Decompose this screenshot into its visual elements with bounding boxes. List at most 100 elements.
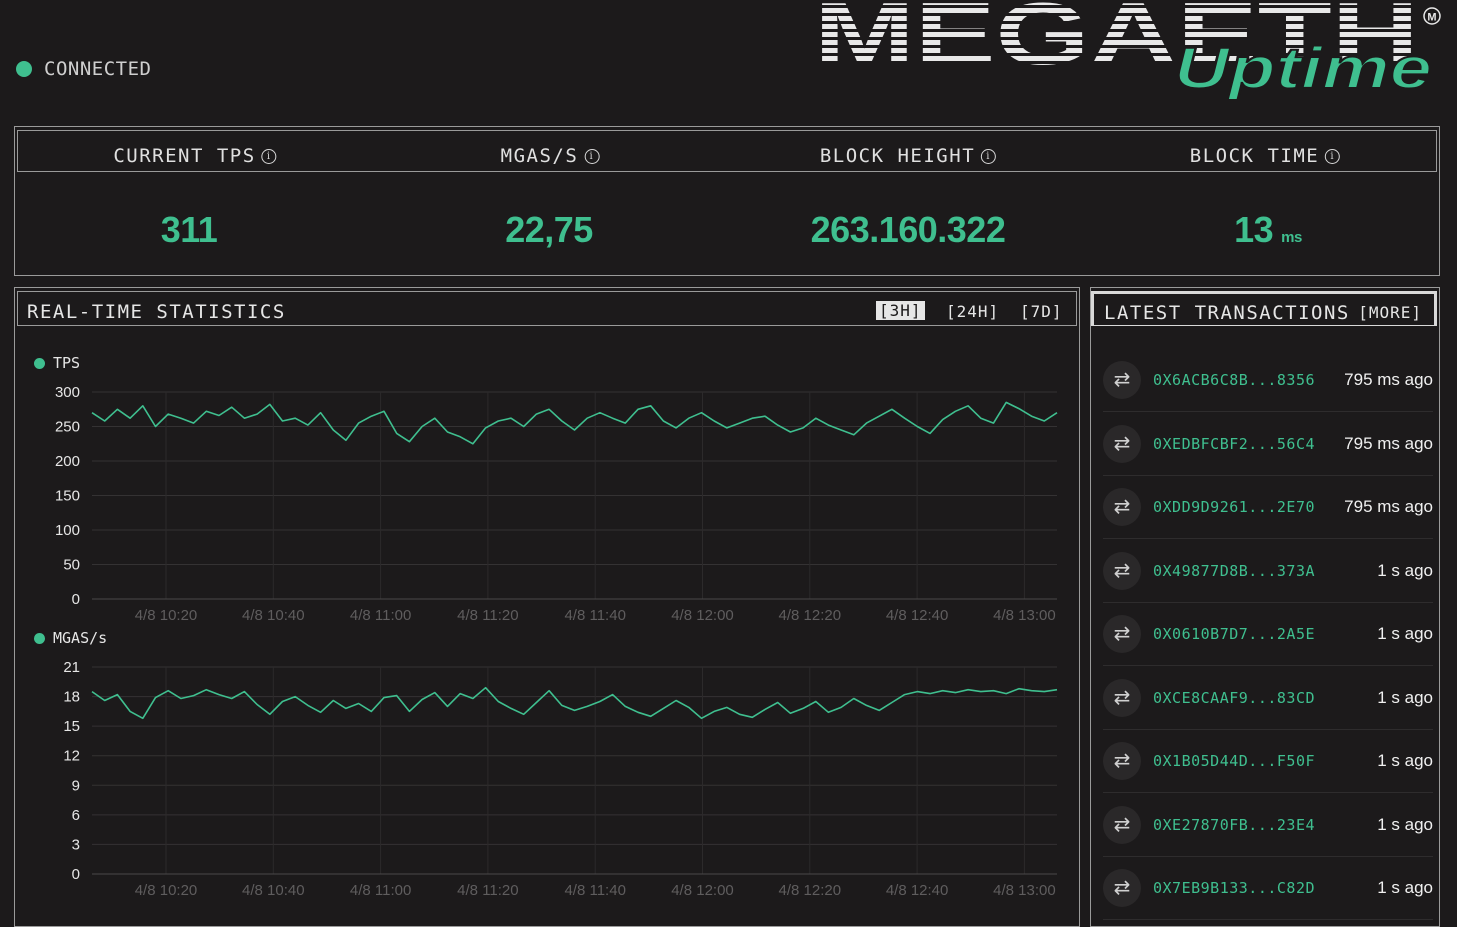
transaction-row[interactable]: ⇄ 0XCE8CAAF9...83CD 1 s ago xyxy=(1103,667,1433,730)
transaction-row[interactable]: ⇄ 0X0610B7D7...2A5E 1 s ago xyxy=(1103,603,1433,666)
x-tick-label: 4/8 10:40 xyxy=(242,607,305,623)
transfer-arrows-icon: ⇄ xyxy=(1103,361,1141,399)
legend-dot-icon xyxy=(34,632,45,644)
stat-value-tps: 311 xyxy=(160,209,218,250)
transaction-time: 795 ms ago xyxy=(1344,433,1433,453)
transactions-title: LATEST TRANSACTIONS xyxy=(1104,302,1350,324)
x-tick-label: 4/8 12:20 xyxy=(779,607,842,623)
x-tick-label: 4/8 12:40 xyxy=(886,882,949,898)
more-transactions-button[interactable]: [MORE] xyxy=(1358,303,1422,322)
stat-label-tps: CURRENT TPS i xyxy=(113,145,277,167)
info-icon[interactable]: i xyxy=(981,148,997,164)
x-tick-label: 4/8 11:20 xyxy=(457,607,518,623)
y-tick-label: 100 xyxy=(55,522,80,539)
x-tick-label: 4/8 11:40 xyxy=(564,607,625,623)
range-3h-button[interactable]: [3H] xyxy=(876,301,925,320)
stat-value-block-height: 263.160.322 xyxy=(810,209,1006,250)
transfer-arrows-icon: ⇄ xyxy=(1103,551,1141,590)
x-tick-label: 4/8 11:00 xyxy=(350,882,411,898)
transaction-row[interactable]: ⇄ 0X7EB9B133...C82D 1 s ago xyxy=(1103,857,1433,920)
info-icon[interactable]: i xyxy=(261,148,277,164)
transaction-row[interactable]: ⇄ 0XE27870FB...23E4 1 s ago xyxy=(1103,794,1433,857)
transfer-arrows-icon: ⇄ xyxy=(1103,678,1141,717)
stat-label-block-height: BLOCK HEIGHT i xyxy=(820,145,997,167)
y-tick-label: 15 xyxy=(63,718,80,735)
transfer-arrows-icon: ⇄ xyxy=(1103,742,1141,780)
transaction-hash[interactable]: 0X6ACB6C8B...8356 xyxy=(1153,371,1315,389)
transaction-hash[interactable]: 0X1B05D44D...F50F xyxy=(1153,752,1315,770)
y-tick-label: 12 xyxy=(63,748,80,765)
range-7d-button[interactable]: [7D] xyxy=(1020,302,1063,321)
x-tick-label: 4/8 11:40 xyxy=(564,882,625,898)
series-line xyxy=(91,686,1058,720)
transaction-hash[interactable]: 0X49877D8B...373A xyxy=(1153,562,1315,580)
stat-unit: ms xyxy=(1281,229,1302,246)
transaction-time: 1 s ago xyxy=(1377,751,1433,770)
y-tick-label: 0 xyxy=(72,866,80,883)
transaction-time: 1 s ago xyxy=(1377,814,1433,834)
y-tick-label: 200 xyxy=(55,453,80,470)
x-tick-label: 4/8 10:20 xyxy=(135,607,198,623)
transaction-hash[interactable]: 0XDD9D9261...2E70 xyxy=(1153,498,1315,516)
y-tick-label: 0 xyxy=(72,591,80,608)
transaction-row[interactable]: ⇄ 0X6ACB6C8B...8356 795 ms ago xyxy=(1103,349,1433,412)
stat-value-mgas: 22,75 xyxy=(505,209,593,250)
transaction-row[interactable]: ⇄ 0X1B05D44D...F50F 1 s ago xyxy=(1103,730,1433,793)
network-stats-panel: CURRENT TPS i MGAS/S i BLOCK HEIGHT i BL… xyxy=(14,126,1440,276)
x-tick-label: 4/8 12:00 xyxy=(671,607,734,623)
transaction-time: 795 ms ago xyxy=(1344,497,1433,516)
tps-chart-legend: TPS xyxy=(34,354,80,372)
transaction-time: 1 s ago xyxy=(1377,878,1433,897)
stats-header-bar: CURRENT TPS i MGAS/S i BLOCK HEIGHT i BL… xyxy=(17,130,1437,172)
transaction-hash[interactable]: 0XEDBFCBF2...56C4 xyxy=(1153,435,1315,453)
transaction-hash[interactable]: 0X0610B7D7...2A5E xyxy=(1153,625,1315,643)
mgas-chart-legend: MGAS/s xyxy=(34,629,107,647)
tps-chart[interactable]: 0 50 100 150 200 250 300 4/8 10:20 4/8 10:40 4/8 … xyxy=(15,378,1077,623)
y-tick-label: 50 xyxy=(63,557,80,574)
legend-label-tps: TPS xyxy=(53,354,81,372)
y-tick-label: 18 xyxy=(63,689,80,706)
latest-transactions-panel: LATEST TRANSACTIONS [MORE] ⇄ 0X6ACB6C8B..… xyxy=(1090,287,1440,927)
x-tick-label: 4/8 13:00 xyxy=(993,607,1056,623)
realtime-statistics-panel: REAL-TIME STATISTICS [3H] [24H] [7D] TPS… xyxy=(14,287,1080,927)
transaction-time: 1 s ago xyxy=(1377,560,1433,580)
transaction-row[interactable]: ⇄ 0XDD9D9261...2E70 795 ms ago xyxy=(1103,476,1433,539)
y-tick-label: 9 xyxy=(72,777,80,794)
y-tick-label: 21 xyxy=(63,659,80,676)
brand-logo: MEGAETH Uptime M xyxy=(814,0,1441,100)
connection-label: CONNECTED xyxy=(44,58,152,80)
y-tick-label: 3 xyxy=(72,836,80,853)
stat-value-block-time: 13 ms xyxy=(1234,209,1302,250)
transaction-row[interactable]: ⇄ 0X49877D8B...373A 1 s ago xyxy=(1103,540,1433,603)
transaction-time: 1 s ago xyxy=(1377,624,1433,643)
transaction-hash[interactable]: 0X7EB9B133...C82D xyxy=(1153,879,1315,897)
y-tick-label: 150 xyxy=(55,488,80,505)
brand-sub: Uptime xyxy=(1174,36,1432,100)
transactions-header: LATEST TRANSACTIONS [MORE] xyxy=(1091,291,1437,326)
transaction-hash[interactable]: 0XE27870FB...23E4 xyxy=(1153,816,1315,834)
x-tick-label: 4/8 12:00 xyxy=(671,882,734,898)
y-tick-label: 300 xyxy=(55,384,80,401)
x-tick-label: 4/8 13:00 xyxy=(993,882,1056,898)
info-icon[interactable]: i xyxy=(1325,148,1341,164)
x-tick-label: 4/8 11:00 xyxy=(350,607,411,623)
x-tick-label: 4/8 11:20 xyxy=(457,882,518,898)
transfer-arrows-icon: ⇄ xyxy=(1103,869,1141,907)
series-line xyxy=(91,401,1058,445)
transaction-time: 795 ms ago xyxy=(1344,370,1433,389)
y-tick-label: 250 xyxy=(55,419,80,436)
stat-label-block-time: BLOCK TIME i xyxy=(1190,145,1341,167)
transaction-row[interactable]: ⇄ 0XEDBFCBF2...56C4 795 ms ago xyxy=(1103,413,1433,476)
mgas-chart[interactable]: 0 3 6 9 12 15 18 21 4/8 10:20 4/8 10:40 4/8 11:00 4… xyxy=(15,653,1077,898)
transfer-arrows-icon: ⇄ xyxy=(1103,424,1141,463)
x-tick-label: 4/8 10:20 xyxy=(135,882,198,898)
statistics-header: REAL-TIME STATISTICS [3H] [24H] [7D] xyxy=(17,291,1077,326)
stat-label-mgas: MGAS/S i xyxy=(501,145,600,167)
transaction-time: 1 s ago xyxy=(1377,687,1433,707)
transfer-arrows-icon: ⇄ xyxy=(1103,805,1141,844)
transaction-hash[interactable]: 0XCE8CAAF9...83CD xyxy=(1153,689,1315,707)
info-icon[interactable]: i xyxy=(584,148,600,164)
transfer-arrows-icon: ⇄ xyxy=(1103,615,1141,653)
transfer-arrows-icon: ⇄ xyxy=(1103,488,1141,526)
range-24h-button[interactable]: [24H] xyxy=(946,302,999,321)
